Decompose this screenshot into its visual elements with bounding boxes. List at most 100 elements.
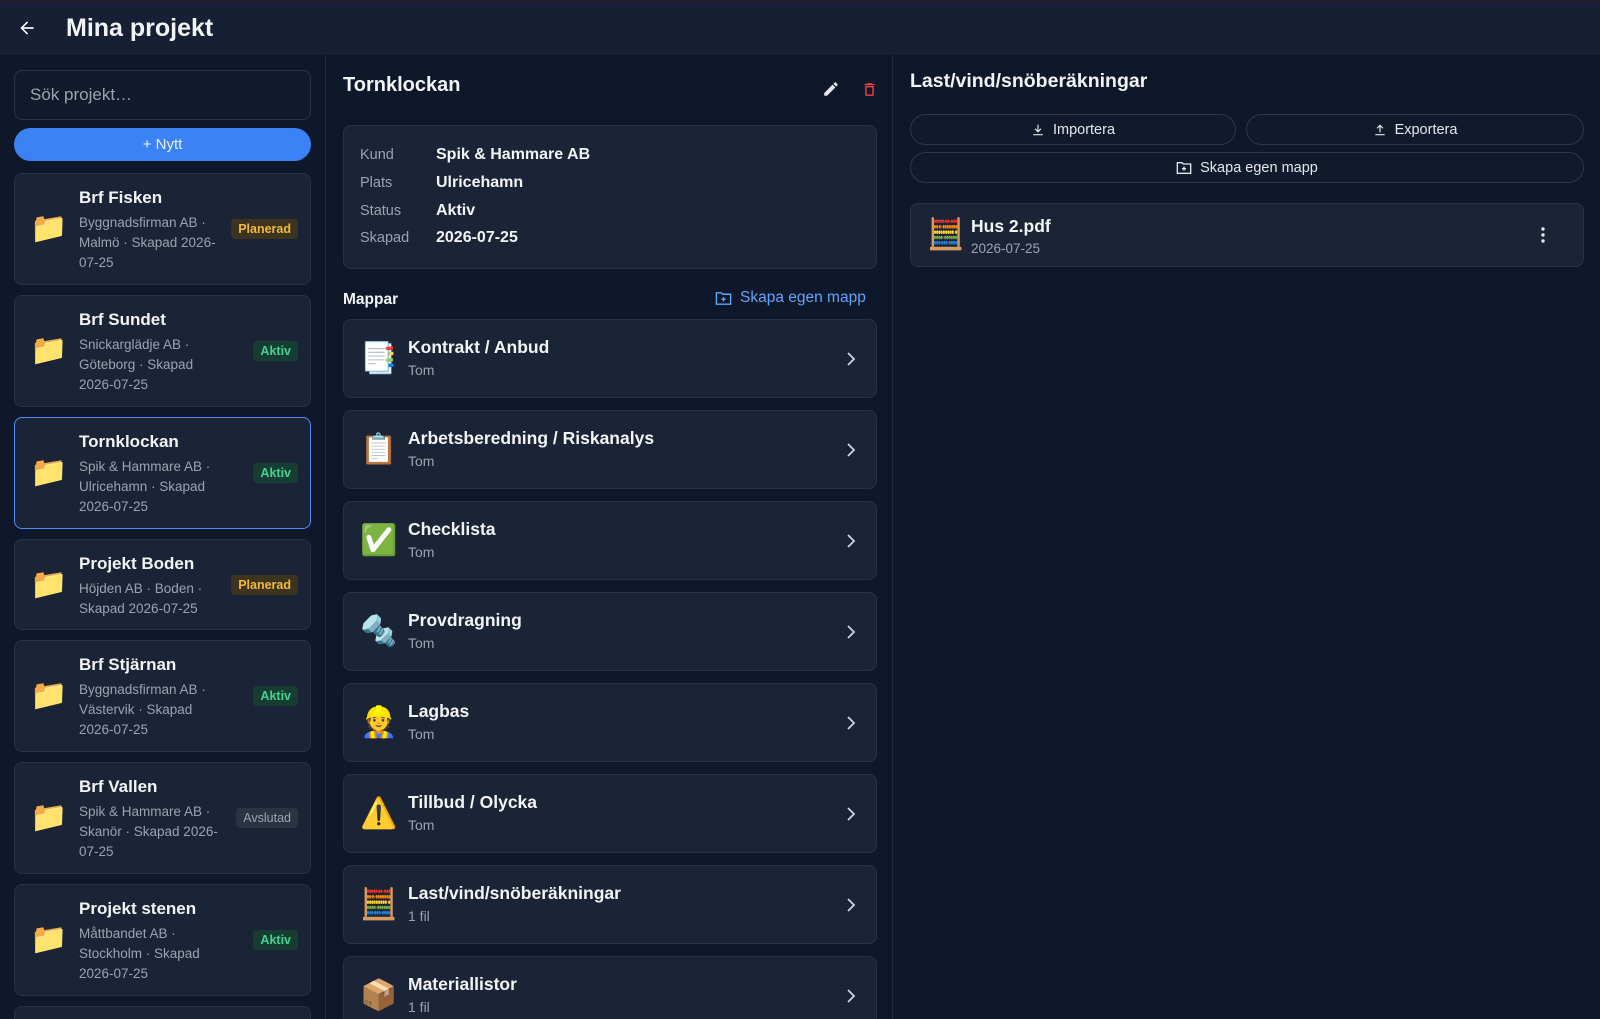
create-folder-label: Skapa egen mapp — [1200, 159, 1318, 176]
pencil-icon — [824, 82, 838, 96]
upload-icon — [1374, 124, 1385, 135]
arrow-left-icon — [20, 21, 34, 35]
folder-card-materiallistor[interactable]: 📦 Materiallistor 1 fil — [343, 956, 877, 1019]
folder-name: Materiallistor — [408, 974, 517, 994]
more-vertical-icon — [1541, 227, 1545, 243]
project-name: Tornklockan — [79, 432, 179, 451]
clipboard-icon: 📋 — [360, 432, 398, 466]
info-label: Plats — [360, 175, 393, 191]
project-meta: Höjden AB · Boden · Skapad 2026-07-25 — [79, 581, 203, 616]
project-card[interactable]: 📁 Projekt Boden Höjden AB · Boden · Skap… — [14, 539, 311, 630]
back-button[interactable] — [12, 13, 42, 43]
top-bar: Mina projekt — [0, 0, 1600, 55]
project-name: Brf Vallen — [79, 777, 158, 796]
project-list: 📁 Brf Fisken Byggnadsfirman AB · Malmö ·… — [14, 173, 311, 1019]
folder-icon: 📁 — [30, 334, 68, 367]
file-name: Hus 2.pdf — [971, 216, 1051, 236]
abacus-icon: 🧮 — [360, 887, 398, 921]
project-card-selected[interactable]: 📁 Tornklockan Spik & Hammare AB · Ulrice… — [14, 417, 311, 529]
info-row: Kund Spik & Hammare AB — [360, 145, 590, 165]
project-meta: Spik & Hammare AB · Skanör · Skapad 2026… — [79, 804, 218, 859]
project-meta: Byggnadsfirman AB · Malmö · Skapad 2026-… — [79, 215, 216, 270]
project-meta: Snickarglädje AB · Göteborg · Skapad 202… — [79, 337, 194, 392]
chevron-right-icon — [844, 624, 858, 639]
info-value: Ulricehamn — [436, 174, 524, 191]
folder-icon: 📁 — [30, 679, 68, 712]
info-value: 2026-07-25 — [436, 229, 518, 246]
project-detail: Tornklockan Kund Spik & Hammare AB Plats… — [327, 55, 893, 1019]
folder-card-kontrakt[interactable]: 📑 Kontrakt / Anbud Tom — [343, 319, 877, 398]
folder-name: Provdragning — [408, 610, 522, 630]
info-label: Kund — [360, 147, 394, 163]
export-button[interactable]: Exportera — [1246, 114, 1584, 145]
create-folder-button[interactable]: Skapa egen mapp — [910, 152, 1584, 183]
folder-title: Last/vind/snöberäkningar — [910, 70, 1148, 92]
edit-button[interactable] — [817, 75, 845, 103]
info-row: Plats Ulricehamn — [360, 173, 523, 193]
status-badge: Aktiv — [253, 341, 298, 361]
chevron-right-icon — [844, 715, 858, 730]
project-name: Projekt stenen — [79, 899, 197, 918]
info-value: Aktiv — [436, 202, 476, 219]
export-label: Exportera — [1394, 121, 1458, 138]
folder-name: Kontrakt / Anbud — [408, 337, 550, 357]
folder-card-arbetsberedning[interactable]: 📋 Arbetsberedning / Riskanalys Tom — [343, 410, 877, 489]
download-icon — [1033, 124, 1043, 135]
status-badge: Planerad — [231, 219, 298, 239]
folder-card-provdragning[interactable]: 🔩 Provdragning Tom — [343, 592, 877, 671]
folder-status: 1 fil — [408, 908, 430, 924]
file-item[interactable]: 🧮 Hus 2.pdf 2026-07-25 — [910, 203, 1584, 267]
chevron-right-icon — [844, 897, 858, 912]
project-name: Brf Sundet — [79, 310, 166, 329]
folder-status: Tom — [408, 544, 435, 560]
folder-status: 1 fil — [408, 999, 430, 1015]
folder-name: Arbetsberedning / Riskanalys — [408, 428, 655, 448]
info-label: Skapad — [360, 230, 410, 246]
folder-icon: 📁 — [30, 801, 68, 834]
construction-worker-icon: 👷 — [360, 705, 398, 739]
import-label: Importera — [1052, 121, 1116, 138]
chevron-right-icon — [844, 806, 858, 821]
info-row: Skapad 2026-07-25 — [360, 228, 518, 248]
folder-card-berakningar[interactable]: 🧮 Last/vind/snöberäkningar 1 fil — [343, 865, 877, 944]
folders-heading: Mappar — [343, 291, 399, 308]
folder-name: Checklista — [408, 519, 496, 539]
project-card[interactable]: 📁 Projekt stenen Måttbandet AB · Stockho… — [14, 884, 311, 996]
import-button[interactable]: Importera — [910, 114, 1236, 145]
folder-card-checklista[interactable]: ✅ Checklista Tom — [343, 501, 877, 580]
project-card[interactable]: 📁 Brf Fisken Byggnadsfirman AB · Malmö ·… — [14, 173, 311, 285]
folder-status: Tom — [408, 817, 435, 833]
folder-card-lagbas[interactable]: 👷 Lagbas Tom — [343, 683, 877, 762]
status-badge: Aktiv — [253, 463, 298, 483]
project-name: Brf Fisken — [79, 188, 163, 207]
project-card[interactable]: 📁 Brf Vallen Spik & Hammare AB · Skanör … — [14, 762, 311, 874]
folder-plus-icon — [715, 291, 732, 305]
more-options-button[interactable] — [1533, 223, 1553, 247]
project-card[interactable]: 📁 Brf Stjärnan Byggnadsfirman AB · Väste… — [14, 640, 311, 752]
create-folder-link[interactable]: Skapa egen mapp — [715, 289, 866, 307]
search-input[interactable] — [30, 85, 295, 105]
new-project-button[interactable]: + Nytt — [14, 128, 311, 161]
project-meta: Måttbandet AB · Stockholm · Skapad 2026-… — [79, 926, 200, 981]
folder-status: Tom — [408, 726, 435, 742]
folder-status: Tom — [408, 453, 435, 469]
status-badge: Planerad — [231, 574, 298, 595]
folder-status: Tom — [408, 362, 435, 378]
folder-icon: 📁 — [30, 456, 68, 489]
search-field[interactable] — [14, 70, 311, 120]
folder-icon: 📁 — [30, 212, 68, 245]
folder-icon: 📁 — [30, 567, 68, 601]
project-meta: Spik & Hammare AB · Ulricehamn · Skapad … — [79, 459, 211, 514]
document-icon: 📑 — [360, 341, 398, 375]
folder-name: Lagbas — [408, 701, 470, 721]
info-label: Status — [360, 203, 402, 219]
folder-name: Last/vind/snöberäkningar — [408, 883, 621, 903]
project-card[interactable] — [14, 1006, 311, 1019]
folder-status: Tom — [408, 635, 435, 651]
delete-button[interactable] — [855, 75, 883, 103]
project-name: Brf Stjärnan — [79, 655, 177, 674]
chevron-right-icon — [844, 533, 858, 548]
project-card[interactable]: 📁 Brf Sundet Snickarglädje AB · Göteborg… — [14, 295, 311, 407]
package-icon: 📦 — [360, 978, 398, 1012]
folder-card-tillbud[interactable]: ⚠️ Tillbud / Olycka Tom — [343, 774, 877, 853]
